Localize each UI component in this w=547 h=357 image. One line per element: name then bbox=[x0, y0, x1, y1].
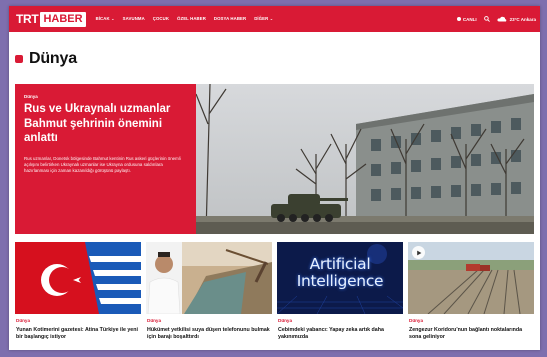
live-dot-icon bbox=[456, 17, 461, 21]
news-page: TRT HABER BİCAK ⌄ SAVUNMA ÇOCUK ÖZEL HAB… bbox=[9, 6, 540, 350]
hero-article[interactable]: Dünya Rus ve Ukraynalı uzmanlar Bahmut ş… bbox=[15, 84, 534, 234]
menu-item-dosya-haber[interactable]: DOSYA HABER bbox=[214, 16, 246, 22]
hero-summary: Rus uzmanlar, Donetsk bölgesinde Bahmut … bbox=[24, 155, 181, 174]
hero-category: Dünya bbox=[24, 94, 38, 99]
page-title: Dünya bbox=[29, 50, 77, 67]
card-category: Dünya bbox=[16, 318, 31, 323]
main-menu: BİCAK ⌄ SAVUNMA ÇOCUK ÖZEL HABER DOSYA H… bbox=[96, 16, 274, 22]
flags-image bbox=[15, 242, 141, 314]
page-title-row: Dünya bbox=[15, 50, 77, 68]
article-card[interactable]: Dünya Hükümet yetkilisi suya düşen telef… bbox=[146, 242, 272, 350]
logo-haber: HABER bbox=[40, 11, 86, 27]
article-card[interactable]: Artificial Intelligence Dünya Cebimdeki … bbox=[277, 242, 403, 350]
card-image[interactable] bbox=[15, 242, 141, 314]
menu-item-savunma[interactable]: SAVUNMA bbox=[123, 16, 145, 22]
card-image[interactable] bbox=[146, 242, 272, 314]
article-card[interactable]: Dünya Yunan Kotimerini gazetesi: Atina T… bbox=[15, 242, 141, 350]
card-title[interactable]: Zengezur Koridoru'nun bağlantı noktaları… bbox=[409, 327, 533, 348]
live-label: CANLI bbox=[462, 16, 477, 22]
trt-haber-logo[interactable]: TRT HABER bbox=[16, 11, 86, 27]
card-title[interactable]: Hükümet yetkilisi suya düşen telefonunu … bbox=[147, 327, 271, 348]
card-category: Dünya bbox=[278, 318, 293, 323]
nav-right: CANLI 23°C Ankara bbox=[456, 16, 536, 22]
weather-text: 23°C Ankara bbox=[509, 16, 536, 22]
hero-street-photo bbox=[196, 84, 534, 234]
top-navbar: TRT HABER BİCAK ⌄ SAVUNMA ÇOCUK ÖZEL HAB… bbox=[9, 6, 540, 32]
play-button[interactable] bbox=[412, 246, 425, 259]
card-image[interactable]: Artificial Intelligence bbox=[277, 242, 403, 314]
cloud-icon bbox=[497, 16, 507, 22]
play-icon bbox=[416, 250, 421, 255]
card-title[interactable]: Yunan Kotimerini gazetesi: Atina Türkiye… bbox=[16, 327, 140, 348]
card-image[interactable] bbox=[408, 242, 534, 314]
card-title[interactable]: Cebimdeki yabancı: Yapay zeka artık daha… bbox=[278, 327, 402, 348]
menu-item-diger[interactable]: DİĞER ⌄ bbox=[254, 16, 273, 22]
menu-item-cocuk[interactable]: ÇOCUK bbox=[153, 16, 169, 22]
card-category: Dünya bbox=[409, 318, 424, 323]
hero-headline[interactable]: Rus ve Ukraynalı uzmanlar Bahmut şehrini… bbox=[24, 102, 187, 146]
menu-item-bicak[interactable]: BİCAK ⌄ bbox=[96, 16, 115, 22]
search-icon[interactable] bbox=[483, 16, 490, 22]
railway-image bbox=[408, 242, 534, 314]
card-category: Dünya bbox=[147, 318, 162, 323]
live-button[interactable]: CANLI bbox=[456, 16, 477, 22]
ai-image-text: Artificial Intelligence bbox=[296, 255, 384, 290]
dam-image bbox=[146, 242, 272, 314]
title-marker bbox=[15, 55, 23, 63]
logo-trt: TRT bbox=[16, 12, 39, 26]
article-cards: Dünya Yunan Kotimerini gazetesi: Atina T… bbox=[15, 242, 534, 350]
hero-image[interactable] bbox=[196, 84, 534, 234]
hero-card[interactable]: Dünya Rus ve Ukraynalı uzmanlar Bahmut ş… bbox=[15, 84, 196, 234]
article-card[interactable]: Dünya Zengezur Koridoru'nun bağlantı nok… bbox=[408, 242, 534, 350]
menu-item-ozel-haber[interactable]: ÖZEL HABER bbox=[177, 16, 206, 22]
weather-widget[interactable]: 23°C Ankara bbox=[497, 16, 536, 22]
